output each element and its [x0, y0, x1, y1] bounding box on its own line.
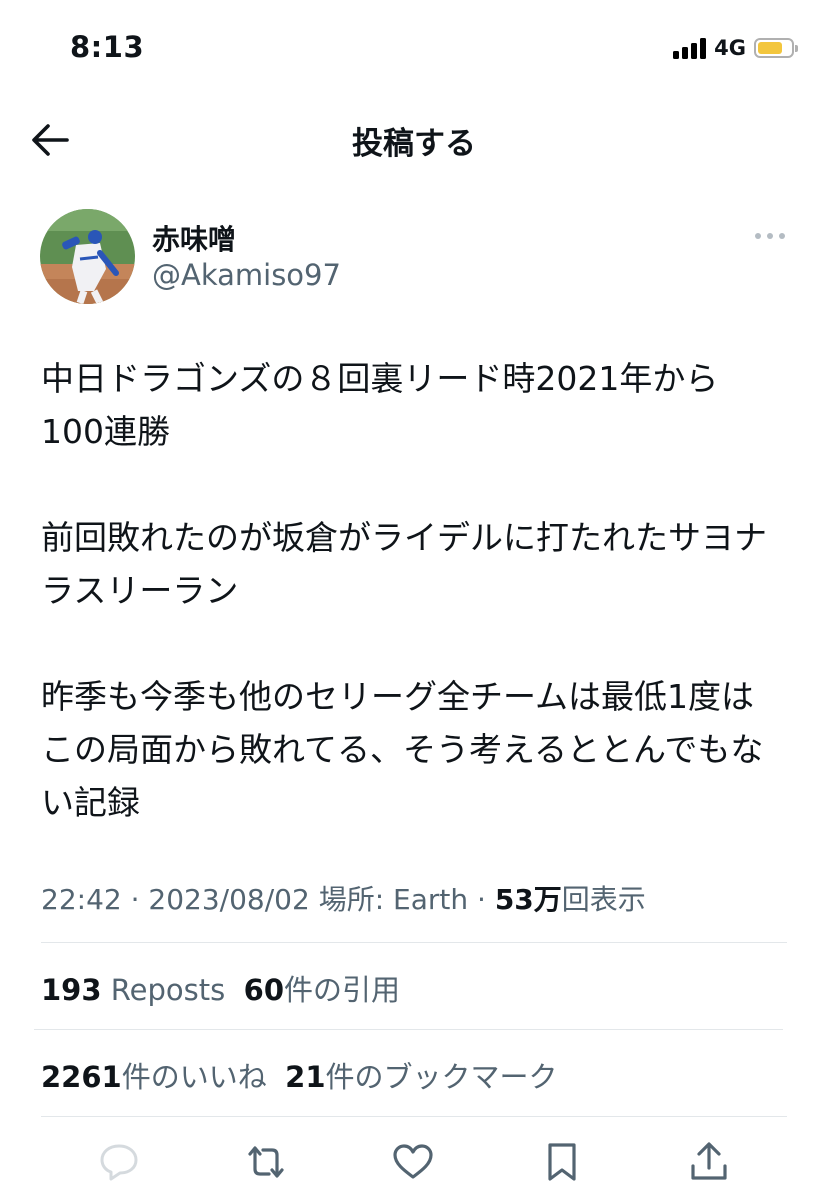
share-icon [691, 1142, 727, 1180]
reply-icon [100, 1144, 138, 1181]
page-title: 投稿する [352, 126, 476, 162]
status-time: 8:13 [70, 30, 145, 64]
status-indicators: 4G [673, 36, 798, 60]
quotes-link[interactable]: 60件の引用 [244, 973, 400, 1007]
more-options-button[interactable] [752, 228, 788, 244]
likes-label: 件のいいね [121, 1060, 267, 1094]
divider [41, 1116, 787, 1117]
repost-stats: 193 Reposts 60件の引用 [41, 967, 400, 1009]
views-label: 回表示 [561, 883, 646, 916]
likes-link[interactable]: 2261件のいいね [41, 1060, 267, 1094]
avatar[interactable] [40, 209, 135, 304]
likes-count: 2261 [41, 1060, 122, 1094]
network-type: 4G [714, 36, 746, 60]
user-handle[interactable]: @Akamiso97 [152, 258, 341, 292]
repost-button[interactable] [244, 1140, 288, 1184]
bookmark-button[interactable] [540, 1140, 584, 1184]
reposts-label: Reposts [110, 973, 226, 1007]
share-button[interactable] [687, 1140, 731, 1184]
tweet-time: 22:42 [41, 883, 122, 916]
meta-separator-2: · [468, 883, 495, 916]
tweet-location[interactable]: 場所: Earth [319, 883, 468, 916]
avatar-image [40, 209, 135, 304]
tweet-meta: 22:42 · 2023/08/02 場所: Earth · 53万回表示 [41, 878, 646, 918]
like-stats: 2261件のいいね 21件のブックマーク [41, 1054, 558, 1096]
tweet-date: 2023/08/02 [148, 883, 310, 916]
bookmarks-count: 21 [285, 1060, 326, 1094]
reposts-count: 193 [41, 973, 102, 1007]
tweet-text: 中日ドラゴンズの８回裏リード時2021年から 100連勝 前回敗れたのが坂倉がラ… [41, 359, 767, 822]
reposts-link[interactable]: 193 Reposts [41, 973, 225, 1007]
bookmark-icon [548, 1143, 576, 1181]
meta-separator: · [121, 883, 149, 916]
quotes-label: 件の引用 [284, 973, 401, 1007]
views-count: 53万 [494, 883, 562, 916]
divider [41, 942, 787, 943]
repost-icon [248, 1146, 284, 1178]
more-icon [755, 233, 785, 239]
display-name[interactable]: 赤味噌 [152, 218, 236, 258]
divider [34, 1029, 783, 1030]
signal-icon [673, 37, 707, 59]
quotes-count: 60 [243, 973, 284, 1007]
like-button[interactable] [391, 1140, 435, 1184]
bookmarks-label: 件のブックマーク [325, 1060, 558, 1094]
battery-icon [754, 38, 798, 58]
reply-button[interactable] [97, 1140, 141, 1184]
battery-level [758, 42, 782, 54]
tweet-detail-screen: 8:13 4G 投稿する 赤味噌 @Akamiso97 中日ドラゴンズの８回裏リ… [0, 0, 828, 1190]
heart-icon [393, 1144, 433, 1179]
bookmarks-link[interactable]: 21件のブックマーク [285, 1060, 557, 1094]
